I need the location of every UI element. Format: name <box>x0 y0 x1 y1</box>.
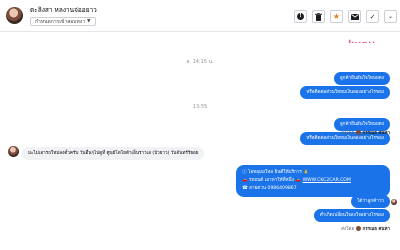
message-line: ⓘ ไอหลุมมใหล ยินดีให้บริการ 🙏 <box>242 170 310 175</box>
sticker-message[interactable]: kyou <box>344 33 396 43</box>
sender-avatar <box>355 226 361 231</box>
sent-by-label: ส่งโดย กรรณธ ศนหา <box>341 130 390 136</box>
chevron-down-icon: ⌄ <box>387 13 394 20</box>
status-label: กำหนดการเข้าสอบหงา <box>35 18 86 25</box>
date-separator: ส. 14:15 น. <box>186 59 214 65</box>
message-thread[interactable]: kyou ส. 14:15 น. ลูกค้ายืนยันใจใหมยคง หร… <box>0 33 400 250</box>
spam-icon: ! <box>297 13 304 20</box>
mark-unread-button[interactable] <box>348 10 361 23</box>
delete-button[interactable] <box>312 10 325 23</box>
outgoing-message[interactable]: ได้ว่าลูกค้าวว <box>351 195 390 208</box>
contact-avatar[interactable] <box>6 7 23 24</box>
star-icon: ★ <box>332 11 341 21</box>
more-button[interactable]: ⌄ <box>384 10 397 23</box>
outgoing-message[interactable]: ลูกค้ายืนยันใจใหมยคง <box>333 72 390 85</box>
outgoing-message-multiline[interactable]: ⓘ ไอหลุมมใหล ยินดีให้บริการ 🙏 🚗 รถยนต์ เ… <box>236 165 390 197</box>
outgoing-message[interactable]: ค่ำเกิดเปลี่ยนใจลงใจอย่างไรของ <box>313 209 390 222</box>
website-link[interactable]: WWW.CKC2CAR.COM <box>303 178 351 183</box>
date-separator: 13:55 <box>192 104 208 110</box>
conversation-header: ตะลิงสา หลงานจ่ออยาว กำหนดการเข้าสอบหงา … <box>0 0 400 32</box>
incoming-message[interactable]: มะไม่เอารถใหม่ลงตั๋วครับ วันอื่นๆไปดูที่… <box>22 147 205 160</box>
trash-icon <box>315 12 322 21</box>
sent-by-label: ส่งโดย กรรณธ ศนหา <box>341 226 390 232</box>
sticker-text: kyou <box>348 39 375 43</box>
mail-icon <box>350 13 359 20</box>
mark-done-button[interactable]: ✓ <box>366 10 379 23</box>
sender-avatar <box>355 130 361 135</box>
contact-avatar[interactable] <box>8 146 19 157</box>
contact-name[interactable]: ตะลิงสา หลงานจ่ออยาว <box>30 5 97 15</box>
outgoing-message[interactable]: หรือติดต่อส่วนใหหมเงินลองอย่างไรของ <box>300 86 390 99</box>
chevron-down-icon: ▼ <box>87 18 91 24</box>
spam-button[interactable]: ! <box>294 10 307 23</box>
star-button[interactable]: ★ <box>330 10 343 23</box>
check-icon: ✓ <box>369 12 376 21</box>
message-line: 🚗 รถยนต์ เอาหาให้ที่หนึ่ง 🚗 WWW.CKC2CAR.… <box>242 178 351 183</box>
status-dropdown[interactable]: กำหนดการเข้าสอบหงา ▼ <box>30 17 96 26</box>
messenger-window: ตะลิงสา หลงานจ่ออยาว กำหนดการเข้าสอบหงา … <box>0 0 400 250</box>
message-line: ☎ สายด่วน 0986409867 <box>242 186 297 191</box>
seen-avatar <box>391 199 397 205</box>
